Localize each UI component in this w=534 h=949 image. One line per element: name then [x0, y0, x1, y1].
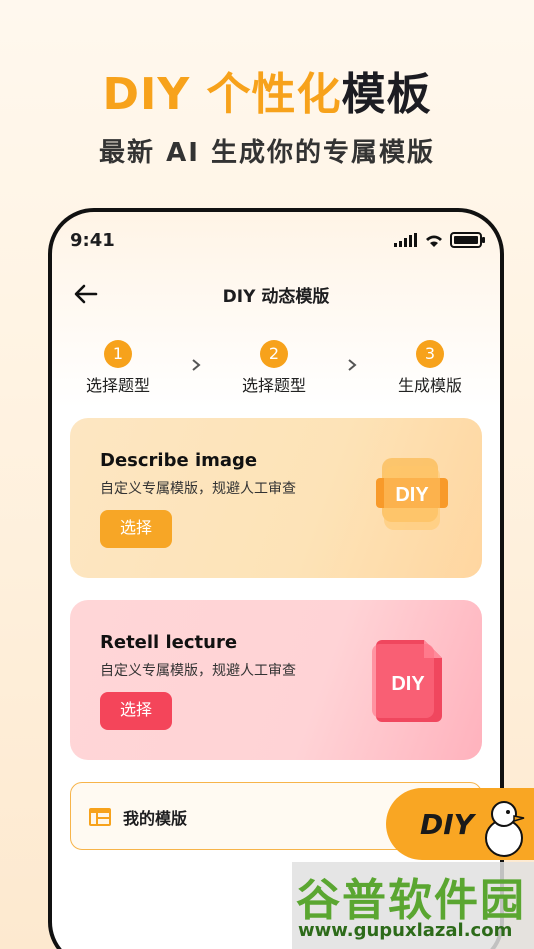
chevron-right-icon — [192, 359, 201, 371]
my-templates-label: 我的模版 — [123, 809, 188, 828]
headline-dark: 模板 — [341, 69, 432, 120]
step-2-label: 选择题型 — [241, 376, 306, 395]
template-list-icon — [89, 808, 111, 826]
step-1-label: 选择题型 — [85, 376, 150, 395]
status-icons — [394, 232, 486, 248]
card-description: 自定义专属模版，规避人工审查 — [100, 481, 296, 497]
step-1: 1 选择题型 — [68, 340, 168, 396]
select-button[interactable]: 选择 — [100, 692, 172, 730]
diy-float-label: DIY — [420, 808, 474, 841]
promo-headline: DIY 个性化模板 — [0, 58, 534, 122]
step-3-label: 生成模版 — [397, 376, 462, 395]
select-button[interactable]: 选择 — [100, 510, 172, 548]
step-2-number: 2 — [260, 340, 288, 368]
duck-mascot-icon — [485, 801, 525, 857]
status-bar: 9:41 — [52, 212, 500, 268]
page-title: DIY 动态模版 — [222, 287, 330, 307]
watermark-name: 谷普软件园 — [296, 875, 526, 926]
step-3-number: 3 — [416, 340, 444, 368]
card-title: Retell lecture — [100, 632, 238, 653]
promo-subhead: 最新 AI 生成你的专属模版 — [99, 138, 435, 168]
signal-icon — [394, 233, 417, 247]
step-2: 2 选择题型 — [224, 340, 324, 396]
template-card-describe-image[interactable]: Describe image 自定义专属模版，规避人工审查 选择 DIY — [70, 418, 482, 578]
art-text: DIY — [395, 484, 429, 506]
card-description: 自定义专属模版，规避人工审查 — [100, 663, 296, 679]
watermark-url: www.gupuxlazal.com — [298, 920, 513, 941]
status-time: 9:41 — [70, 230, 115, 251]
chevron-right-icon — [348, 359, 357, 371]
art-text: DIY — [391, 673, 425, 695]
nav-bar: DIY 动态模版 — [52, 274, 500, 314]
card-title: Describe image — [100, 450, 258, 471]
diy-badge-icon: DIY — [376, 458, 448, 530]
diy-file-icon: DIY — [372, 640, 442, 722]
step-1-number: 1 — [104, 340, 132, 368]
headline-accent: DIY 个性化 — [102, 69, 342, 120]
step-indicator: 1 选择题型 2 选择题型 3 生成模版 — [52, 340, 500, 400]
diy-float-button[interactable]: DIY — [386, 788, 534, 860]
template-card-retell-lecture[interactable]: Retell lecture 自定义专属模版，规避人工审查 选择 DIY — [70, 600, 482, 760]
battery-icon — [450, 232, 485, 248]
step-3: 3 生成模版 — [380, 340, 480, 396]
watermark: 谷普软件园 www.gupuxlazal.com — [292, 862, 534, 949]
wifi-icon — [426, 235, 442, 247]
